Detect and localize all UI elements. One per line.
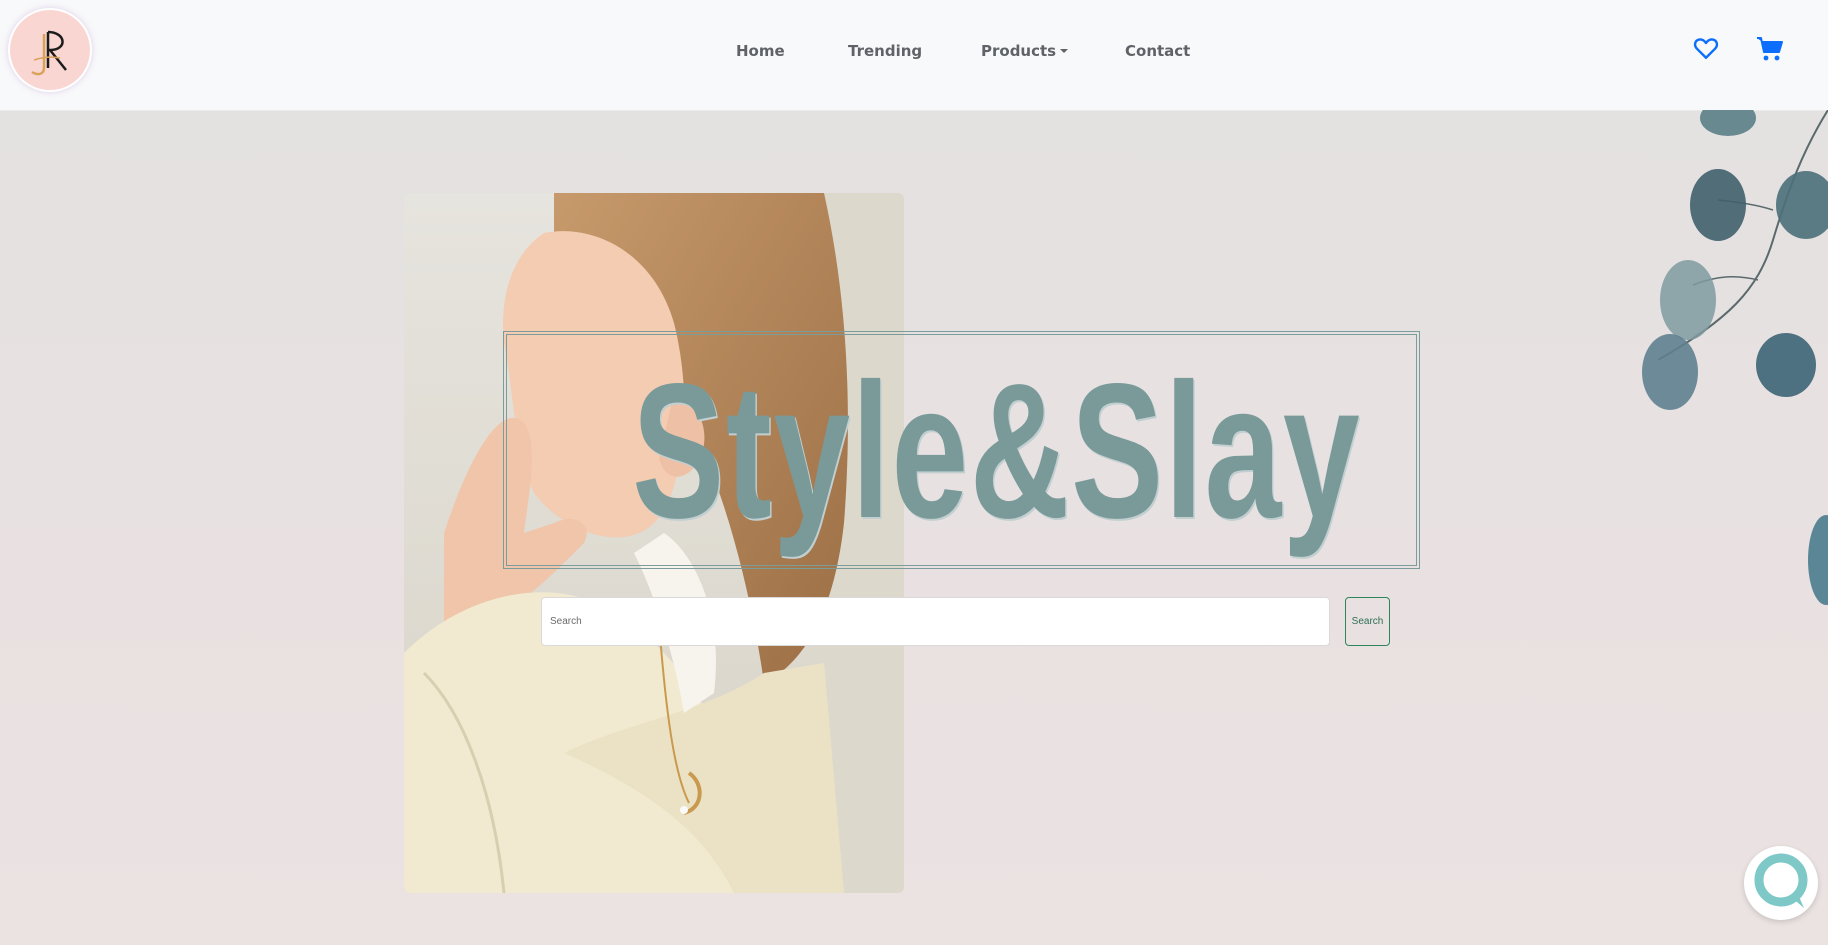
navbar: Home Trending Products Contact [0, 0, 1828, 111]
eucalyptus-branch-decoration [1642, 110, 1828, 605]
hero-title-box: Style&Slay [503, 331, 1420, 569]
cart-icon[interactable] [1756, 36, 1784, 67]
main-nav: Home Trending Products Contact [0, 42, 1828, 62]
nav-products[interactable]: Products [981, 42, 1069, 60]
caret-down-icon [1060, 49, 1069, 53]
nav-contact[interactable]: Contact [1125, 42, 1190, 60]
nav-home[interactable]: Home [736, 42, 785, 60]
nav-products-label: Products [981, 42, 1057, 60]
heart-icon[interactable] [1693, 36, 1719, 65]
nav-trending[interactable]: Trending [848, 42, 922, 60]
hero-title: Style&Slay [632, 343, 1362, 558]
search-button[interactable]: Search [1345, 597, 1390, 646]
chat-bubble-icon [1754, 853, 1808, 908]
search-input[interactable] [541, 597, 1330, 646]
chat-button[interactable] [1744, 846, 1818, 920]
